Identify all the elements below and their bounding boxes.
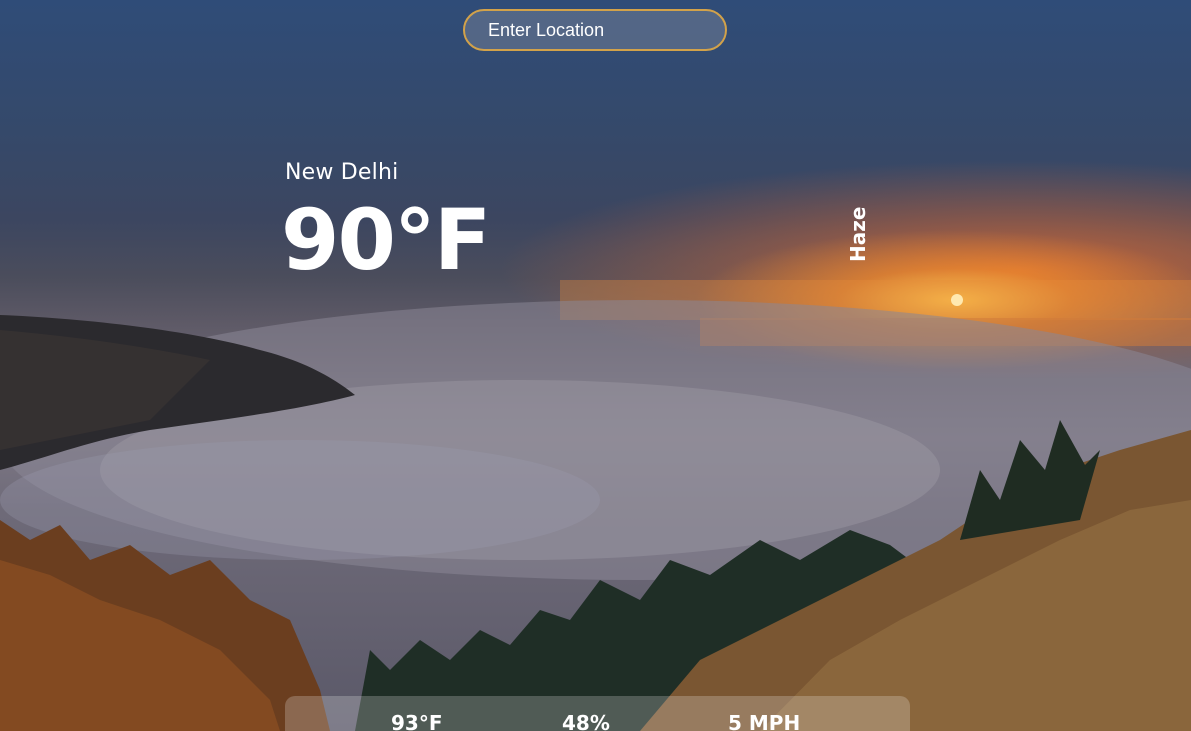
weather-stats-panel: 93°F 48% 5 MPH (285, 696, 910, 731)
wind-speed-value: 5 MPH (728, 711, 801, 731)
current-temperature: 90°F (281, 191, 491, 289)
city-name: New Delhi (285, 160, 399, 185)
location-search-input[interactable] (465, 11, 725, 49)
location-search-box (463, 9, 727, 51)
weather-condition: Haze (846, 206, 870, 262)
feels-like-value: 93°F (391, 711, 443, 731)
humidity-value: 48% (562, 711, 610, 731)
background-landscape-image (0, 280, 1191, 731)
weather-app: New Delhi 90°F Haze 93°F 48% 5 MPH (0, 0, 1191, 731)
